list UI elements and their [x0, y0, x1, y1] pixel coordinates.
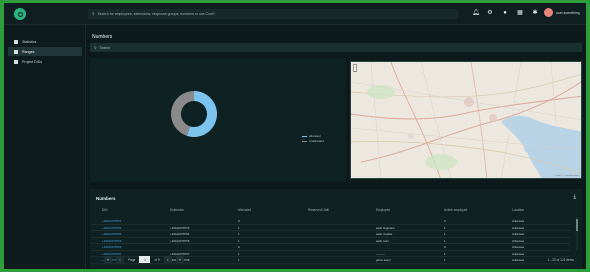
legend-label: Allocated — [309, 134, 321, 138]
main-content: Numbers ⚲ Search Allocated Unallocated +… — [86, 25, 586, 269]
sidebar-item-statistics[interactable]: Statistics — [8, 37, 82, 46]
column-header-extension[interactable]: Extension — [170, 208, 184, 212]
cell-did[interactable]: +19012079703 — [102, 226, 121, 230]
column-header-allocated[interactable]: Allocated — [238, 208, 251, 212]
cell-active-employee: 1 — [444, 251, 446, 256]
cell-location: Arkansas — [512, 219, 525, 224]
column-header-active-employee[interactable]: Active employee — [444, 208, 467, 212]
cell-allocated: 0 — [238, 219, 240, 224]
page-total: of 9 — [154, 257, 160, 262]
donut-legend: Allocated Unallocated — [302, 134, 324, 144]
cell-extension: +19012079703 — [170, 225, 190, 230]
column-header-did[interactable]: DID — [102, 208, 108, 212]
table-scrollbar[interactable] — [576, 217, 578, 251]
cell-employee: ——— — [376, 251, 385, 256]
item-count: 1 - 20 of 121 items — [547, 258, 574, 262]
cell-employee: aelle.tingmann — [376, 225, 395, 230]
cell-employee: aelle.ruan — [376, 238, 389, 243]
cell-allocated: 1 — [238, 251, 240, 256]
cell-active-employee: 0 — [444, 219, 446, 224]
last-page-button[interactable]: » — [175, 256, 184, 263]
column-header-location[interactable]: Location — [512, 208, 524, 212]
numbers-search-placeholder: Search — [99, 45, 111, 50]
legend-item-unallocated[interactable]: Unallocated — [302, 139, 324, 143]
ranges-icon — [14, 49, 18, 54]
global-search-placeholder: Search for employees, extensions, respon… — [97, 12, 216, 16]
gear-icon[interactable]: ⚙ — [487, 9, 493, 17]
prev-page-button[interactable]: ‹ — [116, 256, 124, 263]
numbers-search-input[interactable]: ⚲ Search — [90, 43, 582, 52]
grid-icon[interactable]: ▦ — [517, 9, 523, 17]
cell-location: Arkansas — [512, 245, 525, 250]
cell-location: Arkansas — [512, 251, 525, 256]
numbers-map[interactable]: + − Leaflet | © OpenStreetMap — [350, 61, 582, 179]
cell-did[interactable]: +19012079705 — [102, 239, 121, 243]
sidebar-item-label: Project DIDs — [22, 59, 43, 64]
cell-did[interactable]: +19012079701 — [102, 219, 121, 223]
allocation-chart-card: Allocated Unallocated — [90, 58, 346, 182]
top-bar: ⚲ Search for employees, extensions, resp… — [4, 3, 586, 25]
user-menu[interactable]: user.something — [544, 8, 580, 17]
cell-active-employee: 0 — [444, 245, 446, 250]
cell-location: Arkansas — [512, 258, 525, 263]
allocation-donut — [171, 91, 217, 137]
cell-location: Arkansas — [512, 232, 525, 237]
cell-employee: aelle.mueller — [376, 232, 393, 237]
download-icon[interactable]: ⤓ — [573, 194, 576, 201]
table-header: DID Extension Allocated Reserved Until E… — [90, 208, 570, 214]
sidebar-item-label: Statistics — [22, 39, 37, 44]
search-icon: ⚲ — [94, 45, 97, 50]
cell-allocated: 1 — [238, 225, 240, 230]
page-title: Numbers — [92, 34, 113, 40]
numbers-table-card: Numbers ⤓ DID Extension Allocated Reserv… — [90, 189, 582, 269]
cell-allocated: 1 — [238, 258, 240, 263]
column-header-reserved-until[interactable]: Reserved Until — [308, 208, 329, 212]
map-zoom-control[interactable]: + − — [353, 64, 357, 73]
column-header-employee[interactable]: Employee — [376, 208, 390, 212]
legend-item-allocated[interactable]: Allocated — [302, 134, 324, 138]
cell-location: Arkansas — [512, 238, 525, 243]
sidebar-item-ranges[interactable]: Ranges — [8, 47, 82, 56]
cell-did[interactable]: +19012079706 — [102, 245, 121, 249]
cell-active-employee: 1 — [444, 238, 446, 243]
page-label: Page — [128, 257, 136, 262]
pagination: « ‹ Page 1 of 9 › » — [104, 256, 184, 263]
page-number-input[interactable]: 1 — [139, 256, 151, 263]
legend-label: Unallocated — [309, 139, 324, 143]
cell-active-employee: 1 — [444, 232, 446, 237]
search-icon: ⚲ — [92, 12, 95, 16]
cell-employee: jahnn.lowry — [376, 258, 391, 263]
cell-extension: +19012079705 — [170, 238, 190, 243]
help-icon[interactable]: ● — [502, 9, 508, 17]
app-frame: ⚲ Search for employees, extensions, resp… — [4, 3, 586, 269]
user-name: user.something — [556, 10, 580, 15]
info-icon[interactable]: ✱ — [532, 9, 538, 17]
map-tiles — [351, 62, 581, 178]
sidebar-item-label: Ranges — [22, 49, 35, 54]
sidebar-item-project-dids[interactable]: Project DIDs — [8, 57, 82, 66]
map-attribution[interactable]: Leaflet | © OpenStreetMap — [555, 175, 579, 177]
next-page-button[interactable]: › — [163, 256, 172, 263]
first-page-button[interactable]: « — [104, 256, 112, 263]
project-icon — [14, 59, 18, 64]
avatar — [544, 8, 553, 17]
cell-allocated: 1 — [238, 232, 240, 237]
cell-active-employee: 1 — [444, 225, 446, 230]
cell-allocated: 0 — [238, 245, 240, 250]
table-title: Numbers — [96, 196, 116, 201]
cell-did[interactable]: +19012079704 — [102, 232, 121, 236]
sidebar: Statistics Ranges Project DIDs — [4, 25, 86, 269]
stats-icon — [14, 39, 18, 44]
cell-extension: +19012079704 — [170, 232, 190, 237]
cell-allocated: 1 — [238, 238, 240, 243]
cell-location: Arkansas — [512, 225, 525, 230]
bell-icon[interactable]: 🔔︎ — [472, 9, 480, 17]
cell-active-employee: 1 — [444, 258, 446, 263]
app-logo[interactable] — [14, 8, 26, 20]
global-search-input[interactable]: ⚲ Search for employees, extensions, resp… — [88, 9, 458, 19]
